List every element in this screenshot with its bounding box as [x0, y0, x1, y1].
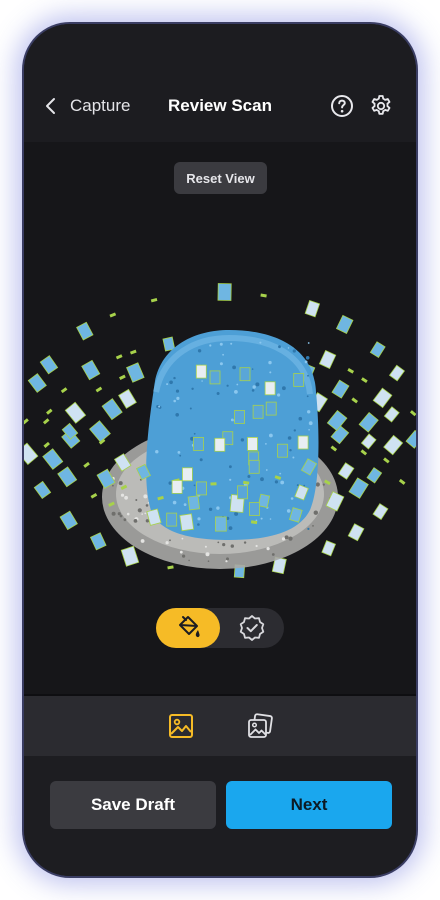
tab-single-image[interactable]: [167, 712, 195, 740]
verified-badge-icon: [239, 615, 265, 641]
bottom-tab-bar: [24, 694, 416, 756]
tab-image-stack[interactable]: [246, 712, 274, 740]
save-draft-button[interactable]: Save Draft: [50, 781, 216, 829]
top-bar: Capture Review Scan: [24, 24, 416, 142]
quality-mode-option[interactable]: [220, 608, 284, 648]
page-title: Review Scan: [168, 96, 272, 115]
view-mode-toggle: [156, 608, 284, 648]
scan-viewport[interactable]: Reset View: [24, 142, 416, 694]
paint-bucket-icon: [179, 616, 200, 638]
image-stack-icon: [248, 713, 273, 738]
image-icon: [169, 714, 193, 738]
next-button[interactable]: Next: [226, 781, 392, 829]
gear-icon[interactable]: [369, 94, 393, 118]
texture-mode-option[interactable]: [156, 608, 220, 648]
reset-view-button[interactable]: Reset View: [174, 162, 267, 194]
help-icon[interactable]: [330, 94, 354, 118]
phone-frame: Capture Review Scan Reset View Save Draf…: [24, 24, 416, 876]
action-footer: Save Draft Next: [24, 756, 416, 876]
